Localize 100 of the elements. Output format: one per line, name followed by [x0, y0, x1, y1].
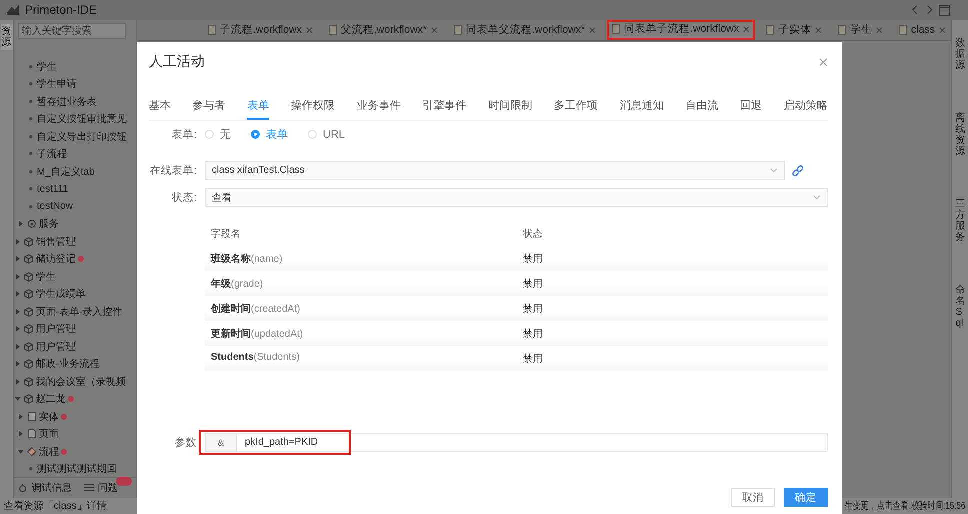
close-icon[interactable]	[819, 58, 828, 66]
dialog-tab[interactable]: 引擎事件	[422, 94, 467, 120]
confirm-button[interactable]: 确定	[784, 488, 828, 507]
bullet-icon	[27, 80, 35, 88]
tree-item[interactable]: 自定义导出打印按钮	[37, 130, 127, 144]
list-icon	[84, 483, 94, 493]
chevron-down-icon	[770, 168, 778, 173]
dialog-tab[interactable]: 业务事件	[356, 94, 401, 120]
editor-tab[interactable]: 同表单父流程.workflowx*	[449, 20, 602, 40]
tree-item[interactable]: 赵二龙	[36, 392, 66, 406]
tree-item[interactable]: 流程	[39, 444, 59, 459]
expand-arrow-icon[interactable]	[14, 238, 22, 246]
select-field[interactable]: 查看	[205, 188, 828, 207]
link-icon[interactable]	[791, 164, 805, 178]
tree-item[interactable]: M_自定义tab	[37, 164, 95, 179]
side-panel-tab[interactable]: 三方服务	[956, 199, 966, 243]
side-panel-tab[interactable]: 数据源	[956, 38, 966, 71]
expand-arrow-icon[interactable]	[14, 308, 22, 316]
expand-arrow-icon[interactable]	[17, 220, 25, 228]
dialog-tab[interactable]: 多工作项	[554, 94, 598, 120]
tree-item[interactable]: 学生	[37, 60, 57, 74]
cube-icon	[24, 342, 34, 352]
close-icon[interactable]	[876, 26, 884, 34]
close-icon[interactable]	[306, 26, 314, 34]
search-field[interactable]: 输入关键字搜索	[18, 23, 126, 39]
window-icon[interactable]	[939, 4, 950, 16]
expand-arrow-icon[interactable]	[14, 272, 22, 281]
table-icon	[27, 412, 37, 422]
input-field[interactable]: pkId_path=PKID	[236, 433, 828, 452]
dialog-tab[interactable]: 消息通知	[620, 94, 664, 120]
editor-tab[interactable]: class	[894, 20, 952, 40]
cube-icon	[24, 306, 34, 317]
radio-icon[interactable]	[251, 130, 260, 139]
tree-item[interactable]: 实体	[39, 410, 59, 424]
panel-tab[interactable]: 问题	[84, 481, 118, 495]
close-icon[interactable]	[589, 26, 596, 34]
bullet-icon	[27, 185, 35, 194]
window-title: Primeton-IDE	[25, 3, 98, 17]
expand-arrow-icon[interactable]	[14, 378, 22, 386]
expand-arrow-icon[interactable]	[14, 360, 22, 368]
tree-item[interactable]: 自定义按钮审批意见	[37, 112, 127, 126]
tree-item[interactable]: test111	[37, 184, 68, 195]
close-icon[interactable]	[815, 26, 822, 34]
dialog-tab[interactable]: 操作权限	[291, 94, 336, 120]
close-icon[interactable]	[743, 26, 750, 32]
editor-tab[interactable]: 子流程.workflowx	[203, 20, 318, 40]
tree-item[interactable]: 页面-表单-录入控件	[36, 304, 123, 319]
tree-item[interactable]: 销售管理	[36, 234, 76, 249]
close-icon[interactable]	[431, 26, 438, 34]
tree-item[interactable]: 学生申请	[37, 77, 77, 92]
tree-item[interactable]: 页面	[39, 427, 59, 442]
dialog-tab[interactable]: 自由流	[685, 94, 718, 120]
dialog-tab[interactable]: 启动策略	[784, 94, 828, 120]
tree-item[interactable]: testNow	[37, 201, 74, 212]
tree-item[interactable]: 学生	[36, 270, 56, 284]
cancel-button[interactable]: 取消	[731, 488, 775, 507]
tree-item[interactable]: 子流程	[37, 147, 67, 162]
expand-arrow-icon[interactable]	[14, 255, 22, 264]
side-panel-tab[interactable]: 命名Sql	[956, 285, 966, 329]
editor-tab[interactable]: 同表单子流程.workflowx	[607, 20, 756, 40]
tree-item[interactable]: 学生成绩单	[36, 287, 86, 302]
expand-arrow-icon[interactable]	[14, 290, 22, 298]
back-icon[interactable]	[911, 5, 920, 15]
bullet-icon	[27, 202, 35, 211]
bullet-icon	[27, 132, 35, 141]
tree-item[interactable]: 服务	[39, 217, 59, 232]
radio-option[interactable]: 无	[205, 127, 231, 142]
editor-tab[interactable]: 父流程.workflowx*	[324, 20, 444, 40]
close-icon[interactable]	[939, 26, 946, 34]
file-icon	[838, 25, 846, 35]
panel-tab[interactable]: 调试信息	[18, 481, 72, 495]
collapse-arrow-icon[interactable]	[14, 395, 22, 404]
app-icon	[6, 4, 20, 16]
dialog-tab[interactable]: 基本	[149, 94, 171, 120]
dialog-tab[interactable]: 时间限制	[488, 94, 532, 120]
input-prefix: &	[205, 433, 236, 452]
side-panel-tab[interactable]: 离线资源	[956, 113, 966, 157]
collapse-arrow-icon[interactable]	[17, 448, 25, 456]
editor-tab[interactable]: 子实体	[761, 20, 828, 40]
dialog-tab[interactable]: 参与者	[192, 94, 226, 120]
file-icon	[454, 25, 462, 35]
tree-item[interactable]: 用户管理	[36, 322, 76, 336]
radio-option[interactable]: URL	[308, 128, 346, 140]
editor-tab[interactable]: 学生	[833, 20, 888, 40]
dialog-tab[interactable]: 表单	[247, 94, 270, 120]
expand-arrow-icon[interactable]	[17, 412, 25, 421]
tree-item[interactable]: 储访登记	[36, 252, 76, 266]
tree-item[interactable]: 测试测试测试期回	[37, 462, 117, 476]
radio-option[interactable]: 表单	[251, 127, 288, 142]
forward-icon[interactable]	[925, 5, 934, 15]
tree-item[interactable]: 暂存进业务表	[37, 94, 97, 109]
tree-item[interactable]: 邮政-业务流程	[36, 357, 100, 372]
side-panel-tab[interactable]: 资源	[0, 24, 12, 50]
tree-item[interactable]: 用户管理	[36, 340, 76, 354]
expand-arrow-icon[interactable]	[14, 325, 22, 334]
tree-item[interactable]: 我的会议室（录视频	[36, 374, 126, 389]
select-field[interactable]: class xifanTest.Class	[205, 161, 785, 180]
expand-arrow-icon[interactable]	[14, 342, 22, 351]
dialog-tab[interactable]: 回退	[740, 94, 762, 120]
expand-arrow-icon[interactable]	[17, 430, 25, 438]
